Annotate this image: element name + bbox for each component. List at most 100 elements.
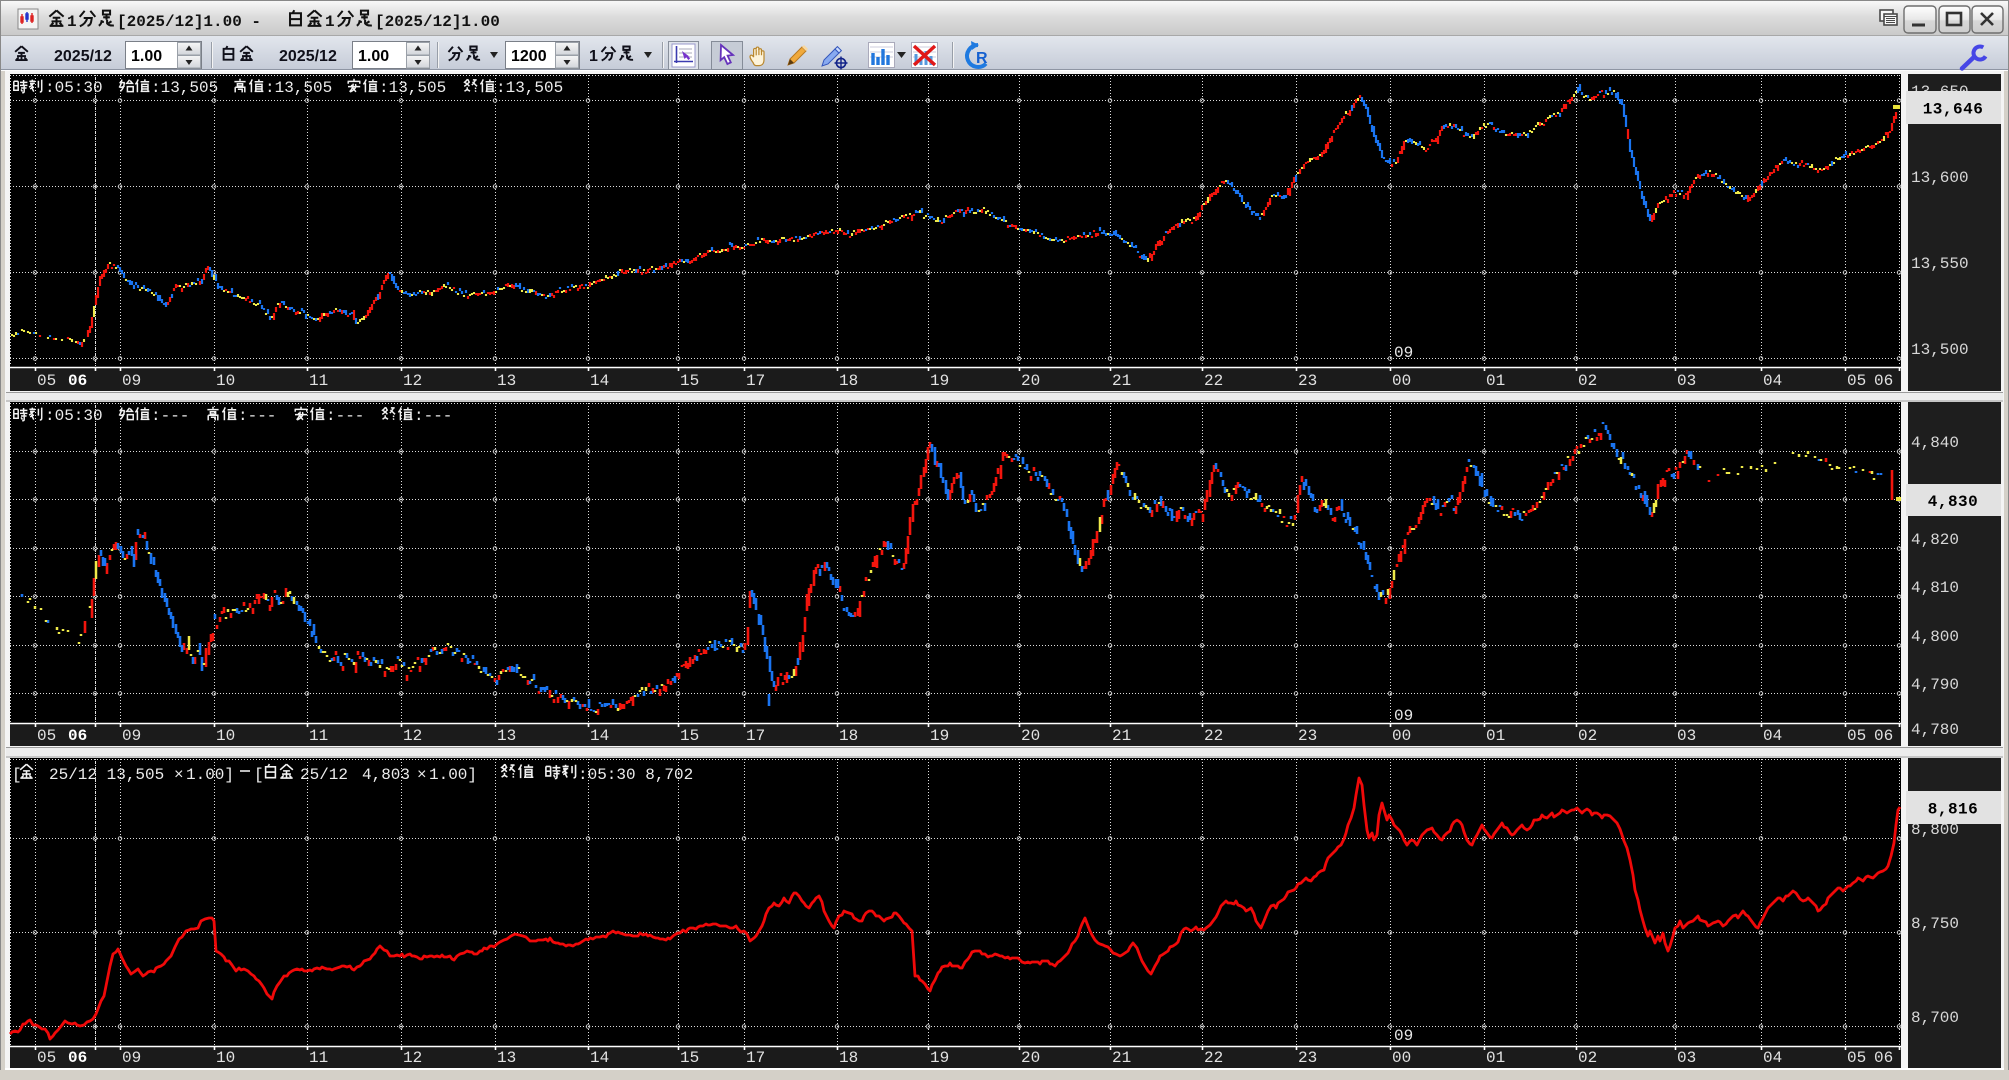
svg-text::---: :--- (238, 407, 276, 425)
svg-text:06: 06 (1874, 727, 1893, 745)
svg-text:19: 19 (930, 727, 949, 745)
svg-text:04: 04 (1763, 727, 1782, 745)
svg-text:4,803: 4,803 (362, 766, 410, 784)
svg-text:13,550: 13,550 (1911, 255, 1969, 273)
svg-text:8,700: 8,700 (1911, 1009, 1959, 1027)
svg-text:20: 20 (1021, 1049, 1040, 1067)
svg-text:1: 1 (325, 13, 335, 31)
svg-text::13,505: :13,505 (496, 79, 563, 97)
svg-text:18: 18 (839, 1049, 858, 1067)
svg-text:22: 22 (1204, 1049, 1223, 1067)
svg-text:09: 09 (122, 1049, 141, 1067)
svg-text:2025/12: 2025/12 (54, 48, 112, 65)
svg-text:13,600: 13,600 (1911, 169, 1969, 187)
svg-text:14: 14 (590, 372, 609, 390)
svg-text:03: 03 (1677, 372, 1696, 390)
svg-text:00: 00 (1392, 727, 1411, 745)
svg-text:17: 17 (746, 372, 765, 390)
svg-text:1: 1 (589, 48, 598, 65)
svg-text:18: 18 (839, 372, 858, 390)
svg-text:12: 12 (403, 727, 422, 745)
svg-text:10: 10 (216, 372, 235, 390)
svg-text:03: 03 (1677, 1049, 1696, 1067)
svg-text:14: 14 (590, 1049, 609, 1067)
svg-text:05: 05 (1847, 1049, 1866, 1067)
svg-text:13: 13 (497, 727, 516, 745)
svg-text:00: 00 (1392, 372, 1411, 390)
svg-text:15: 15 (680, 372, 699, 390)
svg-text:1.00]: 1.00] (429, 766, 477, 784)
svg-text:17: 17 (746, 727, 765, 745)
svg-text:01: 01 (1486, 1049, 1505, 1067)
svg-text:25/12 13,505: 25/12 13,505 (49, 766, 164, 784)
svg-text:[2025/12]1.00: [2025/12]1.00 (375, 13, 500, 31)
svg-text:02: 02 (1578, 727, 1597, 745)
svg-text:17: 17 (746, 1049, 765, 1067)
svg-text:R: R (976, 50, 988, 67)
svg-text::13,505: :13,505 (265, 79, 332, 97)
svg-text::---: :--- (414, 407, 452, 425)
svg-text:05: 05 (1847, 727, 1866, 745)
svg-text:21: 21 (1112, 727, 1131, 745)
svg-text::13,505: :13,505 (379, 79, 446, 97)
svg-text:11: 11 (309, 727, 328, 745)
svg-text:05: 05 (37, 1049, 56, 1067)
svg-text:22: 22 (1204, 372, 1223, 390)
svg-text:02: 02 (1578, 372, 1597, 390)
svg-text:12: 12 (403, 1049, 422, 1067)
svg-text:12: 12 (403, 372, 422, 390)
svg-text:23: 23 (1298, 1049, 1317, 1067)
svg-text:09: 09 (122, 372, 141, 390)
svg-text:20: 20 (1021, 372, 1040, 390)
svg-text:01: 01 (1486, 372, 1505, 390)
svg-text:13,500: 13,500 (1911, 341, 1969, 359)
svg-text:4,790: 4,790 (1911, 676, 1959, 694)
svg-text:20: 20 (1021, 727, 1040, 745)
svg-text:4,820: 4,820 (1911, 531, 1959, 549)
svg-text:06: 06 (1874, 1049, 1893, 1067)
svg-text:×: × (417, 766, 427, 784)
svg-text:15: 15 (680, 727, 699, 745)
svg-text:05: 05 (1847, 372, 1866, 390)
svg-text:21: 21 (1112, 1049, 1131, 1067)
svg-text::05:30: :05:30 (45, 79, 103, 97)
svg-text::05:30 8,702: :05:30 8,702 (578, 766, 693, 784)
svg-text:13,646: 13,646 (1923, 101, 1984, 119)
svg-text:2025/12: 2025/12 (279, 48, 337, 65)
svg-text:14: 14 (590, 727, 609, 745)
svg-text:4,830: 4,830 (1928, 493, 1979, 511)
svg-text:1200: 1200 (511, 48, 547, 65)
svg-text:04: 04 (1763, 1049, 1782, 1067)
svg-text:1.00]: 1.00] (186, 766, 234, 784)
svg-text:10: 10 (216, 727, 235, 745)
svg-text:22: 22 (1204, 727, 1223, 745)
svg-text:4,800: 4,800 (1911, 628, 1959, 646)
svg-text:4,810: 4,810 (1911, 579, 1959, 597)
svg-text:[: [ (12, 766, 22, 784)
svg-text:18: 18 (839, 727, 858, 745)
svg-text:25/12: 25/12 (300, 766, 348, 784)
svg-text:1.00: 1.00 (131, 48, 162, 65)
svg-text:11: 11 (309, 1049, 328, 1067)
svg-text:09: 09 (1394, 344, 1413, 362)
svg-text:03: 03 (1677, 727, 1696, 745)
svg-text::05:30: :05:30 (45, 407, 103, 425)
svg-text:01: 01 (1486, 727, 1505, 745)
svg-text:10: 10 (216, 1049, 235, 1067)
svg-text:06: 06 (68, 372, 87, 390)
svg-text:4,840: 4,840 (1911, 434, 1959, 452)
svg-text:15: 15 (680, 1049, 699, 1067)
svg-text:13: 13 (497, 1049, 516, 1067)
svg-text:06: 06 (68, 1049, 87, 1067)
svg-text:06: 06 (1874, 372, 1893, 390)
svg-text:×: × (174, 766, 184, 784)
svg-text:09: 09 (122, 727, 141, 745)
svg-text:19: 19 (930, 372, 949, 390)
svg-text:21: 21 (1112, 372, 1131, 390)
svg-text:05: 05 (37, 727, 56, 745)
svg-text:09: 09 (1394, 707, 1413, 725)
svg-text:23: 23 (1298, 727, 1317, 745)
svg-text:05: 05 (37, 372, 56, 390)
svg-text:13: 13 (497, 372, 516, 390)
svg-text:19: 19 (930, 1049, 949, 1067)
